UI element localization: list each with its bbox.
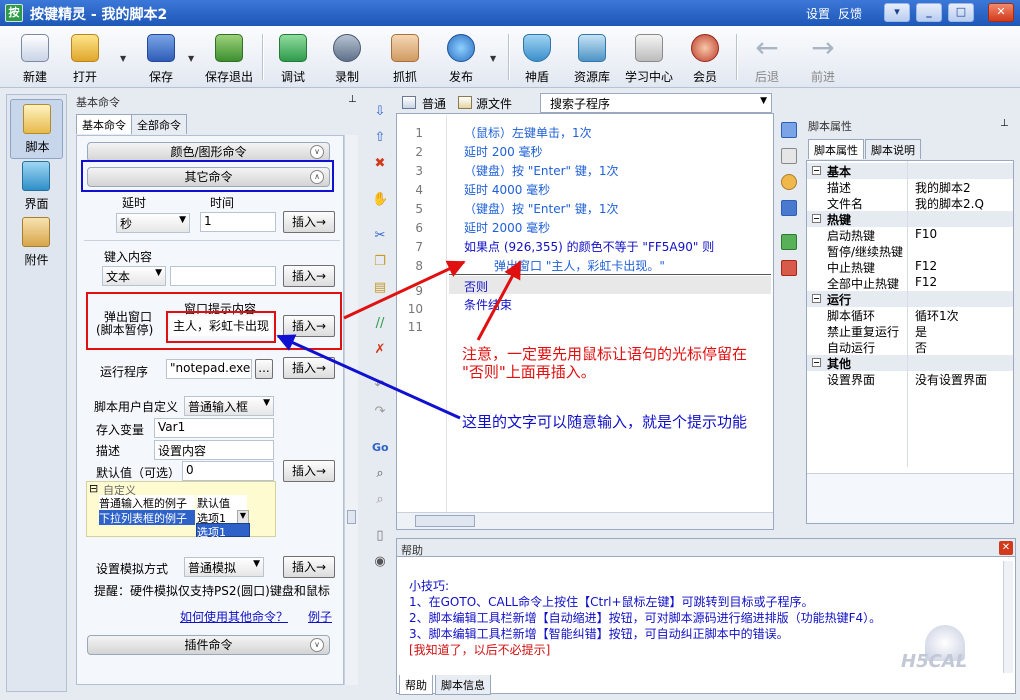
red-arrow-1 xyxy=(343,260,466,320)
prop-row: 脚本循环 循环1次 xyxy=(827,309,959,323)
help-panel: 帮助 ✕ 小技巧: 1、在GOTO、CALL命令上按住【Ctrl+鼠标左键】可跳… xyxy=(396,538,1016,695)
prop-row: 文件名 我的脚本2.Q xyxy=(827,197,984,211)
collapse-icon: − xyxy=(812,214,821,223)
puzzle-icon[interactable] xyxy=(781,200,797,216)
doc-icon[interactable] xyxy=(781,122,797,138)
add-plugin-icon[interactable] xyxy=(781,234,797,250)
help-scrollbar[interactable] xyxy=(1003,561,1013,673)
red-arrow-2 xyxy=(476,260,522,341)
collapse-icon: − xyxy=(812,166,821,175)
prop-row: 全部中止热键 F12 xyxy=(827,275,938,291)
prop-description-area xyxy=(807,473,1013,523)
prop-row: 暂停/继续热键 xyxy=(827,245,904,259)
prop-row: 自动运行否 xyxy=(827,341,928,355)
palette-icon[interactable] xyxy=(781,174,797,190)
prop-row: 描述 我的脚本2 xyxy=(827,181,971,195)
help-title: 帮助 xyxy=(401,544,423,557)
tab-script-info[interactable]: 脚本信息 xyxy=(435,675,491,695)
collapse-icon: − xyxy=(812,294,821,303)
remove-plugin-icon[interactable] xyxy=(781,260,797,276)
props-grid: − 基本 描述 我的脚本2 文件名 我的脚本2.Q − 热键 启动热键 F10 暂停/继续… xyxy=(806,160,1014,524)
dismiss-tips-link[interactable]: [我知道了，以后不必提示] xyxy=(409,641,550,658)
tip-2: 2、脚本编辑工具栏新增【自动缩进】按钮，可对脚本源码进行缩进排版（功能热键F4）… xyxy=(409,611,882,625)
tip-1: 1、在GOTO、CALL命令上按住【Ctrl+鼠标左键】可跳转到目标或子程序。 xyxy=(409,595,814,609)
props-title: 脚本属性 xyxy=(808,120,852,133)
prop-row: 启动热键 F10 xyxy=(827,227,938,243)
pin-icon[interactable]: ⊥ xyxy=(1000,118,1009,129)
collapse-icon: − xyxy=(812,358,821,367)
mascot-logo: H5CAL xyxy=(895,625,999,673)
tips-title: 小技巧: xyxy=(409,579,450,593)
tab-script-props[interactable]: 脚本属性 xyxy=(808,139,864,159)
props-section-hotkey[interactable]: − 热键 xyxy=(807,211,1013,227)
prop-row: 禁止重复运行是 xyxy=(827,325,928,339)
blue-arrow xyxy=(276,334,461,420)
props-section-other[interactable]: − 其他 xyxy=(807,355,1013,371)
table-icon[interactable] xyxy=(781,148,797,164)
prop-row: 中止热键 F12 xyxy=(827,259,938,275)
props-section-run[interactable]: − 运行 xyxy=(807,291,1013,307)
tab-script-desc[interactable]: 脚本说明 xyxy=(865,139,921,159)
close-icon[interactable]: ✕ xyxy=(999,541,1013,555)
tip-3: 3、脚本编辑工具栏新增【智能纠错】按钮，可自动纠正脚本中的错误。 xyxy=(409,627,789,641)
prop-row: 设置界面 没有设置界面 xyxy=(827,373,988,387)
tab-help[interactable]: 帮助 xyxy=(399,675,433,695)
props-section-basic[interactable]: − 基本 xyxy=(807,163,1013,179)
